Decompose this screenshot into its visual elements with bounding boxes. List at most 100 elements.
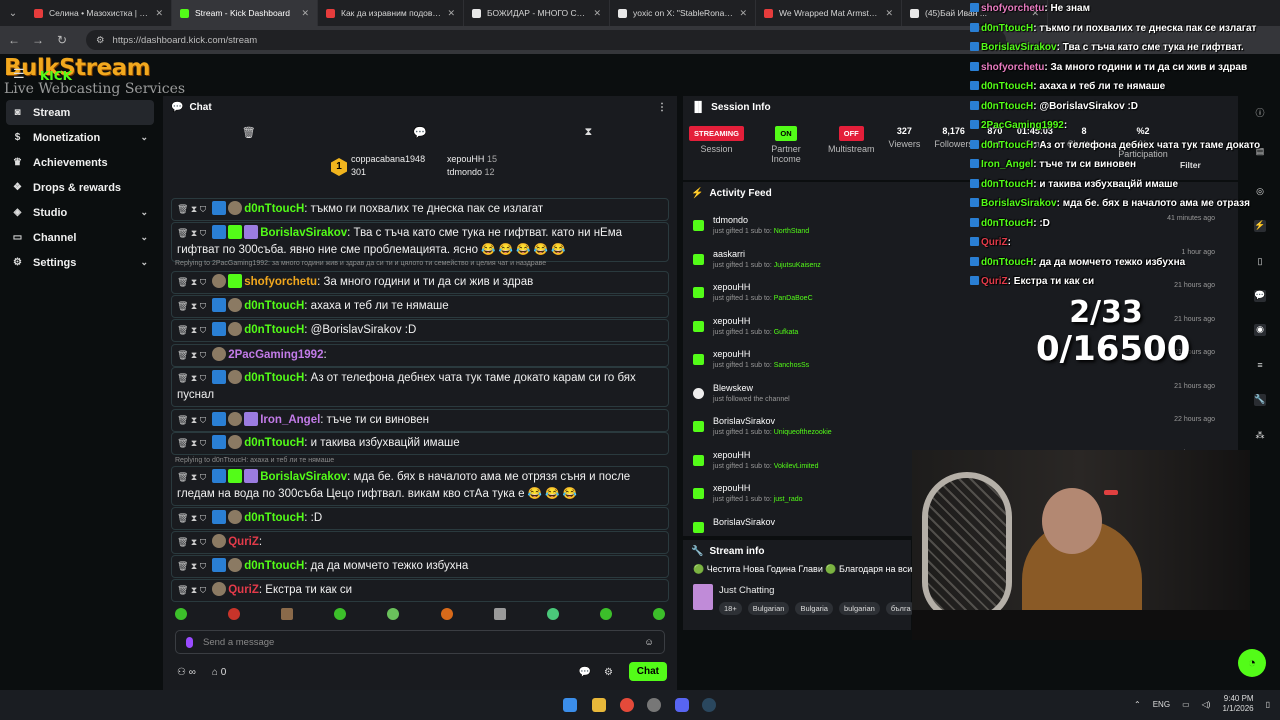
sidebar-item-stream[interactable]: ◙ Stream xyxy=(6,100,154,125)
chat-username[interactable]: d0nTtoucH xyxy=(244,437,304,449)
emote[interactable] xyxy=(546,608,559,620)
chat-username[interactable]: d0nTtoucH xyxy=(244,560,304,572)
tab-close-icon[interactable]: ✕ xyxy=(593,8,601,19)
message-icon[interactable]: 💬 xyxy=(413,126,427,139)
steam-icon[interactable] xyxy=(702,698,716,712)
activity-target[interactable]: Uniqueofthezookie xyxy=(774,429,832,436)
mod-actions[interactable]: 🗑 ⧗ ⛉ xyxy=(177,534,206,551)
activity-name[interactable]: tdmondo xyxy=(713,215,748,225)
tab-close-icon[interactable]: ✕ xyxy=(155,8,163,19)
browser-tab[interactable]: We Wrapped Mat Armstrong's ✕ xyxy=(756,0,902,26)
chat-username[interactable]: QuriZ xyxy=(228,584,259,596)
mod-actions[interactable]: 🗑 ⧗ ⛉ xyxy=(177,322,206,339)
chat-username[interactable]: d0nTtoucH xyxy=(244,203,304,215)
activity-name[interactable]: BorislavSirakov xyxy=(713,416,775,426)
info-circle-icon[interactable]: ⓘ xyxy=(1254,106,1266,118)
mod-actions[interactable]: 🗑 ⧗ ⛉ xyxy=(177,201,206,218)
browser-tab[interactable]: Stream - Kick Dashboard ✕ xyxy=(172,0,318,26)
emote[interactable] xyxy=(493,608,506,620)
chat-bubble-icon[interactable]: 💬 xyxy=(579,667,591,678)
chevron-down-icon[interactable]: ⌄ xyxy=(140,207,148,218)
connections-icon[interactable]: ⚇ ∞ xyxy=(177,667,196,678)
tab-close-icon[interactable]: ✕ xyxy=(885,8,893,19)
tab-close-icon[interactable]: ✕ xyxy=(301,8,309,19)
reload-icon[interactable]: ↻ xyxy=(56,33,68,47)
chat-rail-icon[interactable]: 💬 xyxy=(1254,290,1266,302)
emote[interactable] xyxy=(228,608,241,620)
notification-icon[interactable]: ▯ xyxy=(1266,700,1270,709)
chat-username[interactable]: d0nTtoucH xyxy=(244,512,304,524)
stream-tag[interactable]: 18+ xyxy=(719,602,742,615)
emote[interactable] xyxy=(387,608,400,620)
activity-target[interactable]: VokilevLimited xyxy=(774,463,819,470)
activity-filter[interactable]: Filter xyxy=(1180,160,1201,170)
emote[interactable] xyxy=(281,608,294,620)
hourglass-icon[interactable]: ⧗ xyxy=(585,126,593,139)
chat-username[interactable]: shofyorchetu xyxy=(244,276,317,288)
browser-tab[interactable]: yoxic on X: "StableRonaldo just ✕ xyxy=(610,0,756,26)
mod-actions[interactable]: 🗑 ⧗ ⛉ xyxy=(177,469,206,486)
tab-search-icon[interactable]: ⌄ xyxy=(0,8,26,19)
chrome-icon[interactable] xyxy=(620,698,634,712)
clock[interactable]: 9:40 PM 1/1/2026 xyxy=(1222,694,1253,714)
chat-username[interactable]: BorislavSirakov xyxy=(260,471,347,483)
mod-actions[interactable]: 🗑 ⧗ ⛉ xyxy=(177,412,206,429)
help-chat-button[interactable]: ◔ xyxy=(1238,649,1266,677)
broadcast-icon[interactable]: ◉ xyxy=(1254,324,1266,336)
activity-name[interactable]: хероuHH xyxy=(713,282,750,292)
forward-icon[interactable]: → xyxy=(32,33,44,47)
activity-target[interactable]: JujutsuKaisenz xyxy=(774,262,821,269)
emote[interactable] xyxy=(334,608,347,620)
mod-actions[interactable]: 🗑 ⧗ ⛉ xyxy=(177,582,206,599)
chat-username[interactable]: d0nTtoucH xyxy=(244,324,304,336)
sidebar-item-channel[interactable]: ▭ Channel ⌄ xyxy=(0,225,160,250)
activity-name[interactable]: хероuHH xyxy=(713,316,750,326)
chat-username[interactable]: d0nTtoucH xyxy=(244,372,304,384)
obs-icon[interactable] xyxy=(647,698,661,712)
tab-close-icon[interactable]: ✕ xyxy=(739,8,747,19)
chat-username[interactable]: QuriZ xyxy=(228,536,259,548)
volume-icon[interactable]: ◁) xyxy=(1202,700,1211,709)
sidebar-item-monetization[interactable]: $ Monetization ⌄ xyxy=(0,125,160,150)
emote[interactable] xyxy=(599,608,612,620)
chat-username[interactable]: BorislavSirakov xyxy=(260,227,347,239)
chat-send-button[interactable]: Chat xyxy=(628,662,667,681)
mod-actions[interactable]: 🗑 ⧗ ⛉ xyxy=(177,558,206,575)
mic-icon[interactable] xyxy=(186,636,193,648)
network-icon[interactable]: ▭ xyxy=(1182,700,1190,709)
chat-settings-icon[interactable]: ⚙ xyxy=(604,667,613,678)
activity-target[interactable]: NorthStand xyxy=(774,228,809,235)
url-field[interactable]: ⚙ https://dashboard.kick.com/stream xyxy=(86,30,1006,50)
activity-name[interactable]: хероuHH xyxy=(713,483,750,493)
emote[interactable] xyxy=(652,608,665,620)
activity-target[interactable]: Gufkata xyxy=(774,329,799,336)
activity-name[interactable]: хероuHH xyxy=(713,450,750,460)
trash-icon[interactable]: 🗑 xyxy=(242,126,256,139)
mod-actions[interactable]: 🗑 ⧗ ⛉ xyxy=(177,274,206,291)
mod-actions[interactable]: 🗑 ⧗ ⛉ xyxy=(177,225,206,242)
mod-actions[interactable]: 🗑 ⧗ ⛉ xyxy=(177,435,206,452)
doc-icon[interactable]: ▯ xyxy=(1254,256,1266,268)
tray-chevron-icon[interactable]: ⌃ xyxy=(1134,700,1141,709)
chevron-down-icon[interactable]: ⌄ xyxy=(140,257,148,268)
windows-start-icon[interactable] xyxy=(563,698,577,712)
chat-more-icon[interactable]: ⋮ xyxy=(657,102,667,113)
mod-actions[interactable]: 🗑 ⧗ ⛉ xyxy=(177,370,206,387)
activity-name[interactable]: хероuHH xyxy=(713,349,750,359)
activity-target[interactable]: PanDaBoeC xyxy=(774,295,813,302)
browser-tab[interactable]: Селина • Мазохистка | Selina ✕ xyxy=(26,0,172,26)
chat-username[interactable]: d0nTtoucH xyxy=(244,300,304,312)
discord-icon[interactable] xyxy=(675,698,689,712)
stream-tag[interactable]: bulgarian xyxy=(838,602,880,615)
sidebar-item-achievements[interactable]: ♛ Achievements xyxy=(0,150,160,175)
chat-username[interactable]: Iron_Angel xyxy=(260,414,320,426)
apps-icon[interactable]: ⁂ xyxy=(1254,430,1266,442)
emoji-icon[interactable]: ☺ xyxy=(644,637,654,648)
chat-input[interactable]: Send a message ☺ xyxy=(175,630,665,654)
file-explorer-icon[interactable] xyxy=(592,698,606,712)
sidebar-item-settings[interactable]: ⚙ Settings ⌄ xyxy=(0,250,160,275)
sidebar-item-studio[interactable]: ◈ Studio ⌄ xyxy=(0,200,160,225)
chat-username[interactable]: 2PacGaming1992 xyxy=(228,349,323,361)
target-icon[interactable]: ◎ xyxy=(1254,186,1266,198)
emote[interactable] xyxy=(175,608,187,620)
